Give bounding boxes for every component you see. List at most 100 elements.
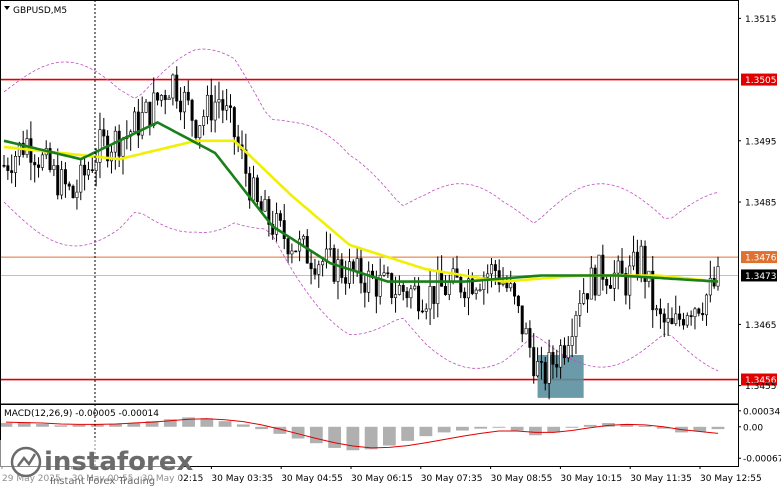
candle-body xyxy=(501,282,505,285)
macd-bar xyxy=(565,426,579,428)
candle-body xyxy=(301,235,305,240)
candle-body xyxy=(417,285,421,312)
candle-body xyxy=(179,100,183,113)
brand-name: instaforex xyxy=(44,447,194,477)
macd-bar xyxy=(419,426,433,437)
candle-body xyxy=(394,294,398,299)
candle-body xyxy=(228,105,232,108)
candle-body xyxy=(40,154,44,168)
macd-bar xyxy=(218,421,232,427)
candle-body xyxy=(37,164,41,168)
candle-body xyxy=(321,261,325,266)
candle-body xyxy=(213,101,217,121)
candle-body xyxy=(620,260,624,274)
candle-body xyxy=(532,347,536,377)
candle-body xyxy=(543,362,547,384)
candle-body xyxy=(313,268,317,275)
candle-body xyxy=(420,310,424,313)
candle-body xyxy=(194,120,198,139)
candle-body xyxy=(424,308,428,312)
price-tick-label: 1.3455 xyxy=(745,382,777,392)
macd-bar xyxy=(255,426,268,430)
candle-body xyxy=(252,177,256,201)
candle-body xyxy=(520,305,524,335)
candle-body xyxy=(528,328,532,348)
candle-body xyxy=(570,336,574,346)
brand-tagline: Instant Forex Trading xyxy=(50,476,155,487)
candle-body xyxy=(6,165,10,171)
price-tick-label: 1.3505 xyxy=(745,76,777,86)
price-tick-label: 1.3495 xyxy=(745,137,777,147)
candle-body xyxy=(689,315,693,318)
candle-body xyxy=(102,129,106,137)
candle-body xyxy=(294,250,298,253)
candle-body xyxy=(290,250,294,255)
candle-body xyxy=(463,291,467,299)
candle-body xyxy=(701,313,705,316)
macd-bar xyxy=(328,426,342,448)
candle-body xyxy=(509,283,513,289)
candle-body xyxy=(67,183,71,187)
candle-body xyxy=(52,165,56,170)
candle-body xyxy=(582,293,586,304)
candle-body xyxy=(63,169,67,185)
candle-body xyxy=(317,264,321,275)
candle-body xyxy=(505,282,509,289)
candle-body xyxy=(609,285,613,289)
upper-band xyxy=(3,48,719,224)
candle-body xyxy=(263,199,267,212)
candle-body xyxy=(658,308,662,315)
candle-body xyxy=(75,191,79,199)
candle-body xyxy=(536,361,540,377)
time-tick-label: 30 May 04:55 xyxy=(281,474,343,484)
candle-body xyxy=(386,272,390,275)
candle-body xyxy=(340,259,344,278)
candle-body xyxy=(681,319,685,326)
candle-body xyxy=(344,277,348,284)
candle-body xyxy=(451,268,455,282)
macd-bar xyxy=(382,426,396,446)
candle-body xyxy=(347,261,351,284)
candle-body xyxy=(574,315,578,337)
candle-body xyxy=(486,273,490,278)
candle-body xyxy=(539,361,543,363)
candle-body xyxy=(428,286,432,310)
candle-body xyxy=(443,286,447,295)
candle-body xyxy=(593,267,597,296)
candle-body xyxy=(632,251,636,267)
candle-body xyxy=(704,294,708,316)
macd-bar xyxy=(510,426,524,431)
macd-bar xyxy=(200,418,214,427)
candle-body xyxy=(716,266,720,287)
candle-body xyxy=(225,105,229,111)
macd-bar xyxy=(309,426,323,444)
candle-body xyxy=(163,95,167,100)
candle-body xyxy=(382,272,386,276)
candle-body xyxy=(328,248,332,250)
candle-body xyxy=(355,258,359,272)
candle-body xyxy=(678,313,682,320)
candle-body xyxy=(56,165,60,196)
candle-body xyxy=(566,345,570,359)
candle-body xyxy=(175,74,179,102)
candle-body xyxy=(516,295,520,307)
candle-body xyxy=(71,185,75,199)
candle-body xyxy=(436,271,440,304)
candle-body xyxy=(409,288,413,299)
candle-body xyxy=(133,111,137,133)
candle-body xyxy=(14,156,18,173)
candle-body xyxy=(562,345,566,359)
candle-body xyxy=(10,170,14,173)
candle-body xyxy=(440,271,444,287)
candle-body xyxy=(363,282,367,293)
time-tick-label: 30 May 10:15 xyxy=(560,474,622,484)
macd-bar xyxy=(583,424,597,427)
macd-bar xyxy=(474,426,488,429)
candle-body xyxy=(198,125,202,139)
candle-body xyxy=(209,94,213,121)
candle-body xyxy=(693,308,697,318)
main-price-pane xyxy=(0,48,738,400)
candle-body xyxy=(186,91,190,101)
candle-body xyxy=(397,285,401,295)
candle-body xyxy=(374,277,378,297)
